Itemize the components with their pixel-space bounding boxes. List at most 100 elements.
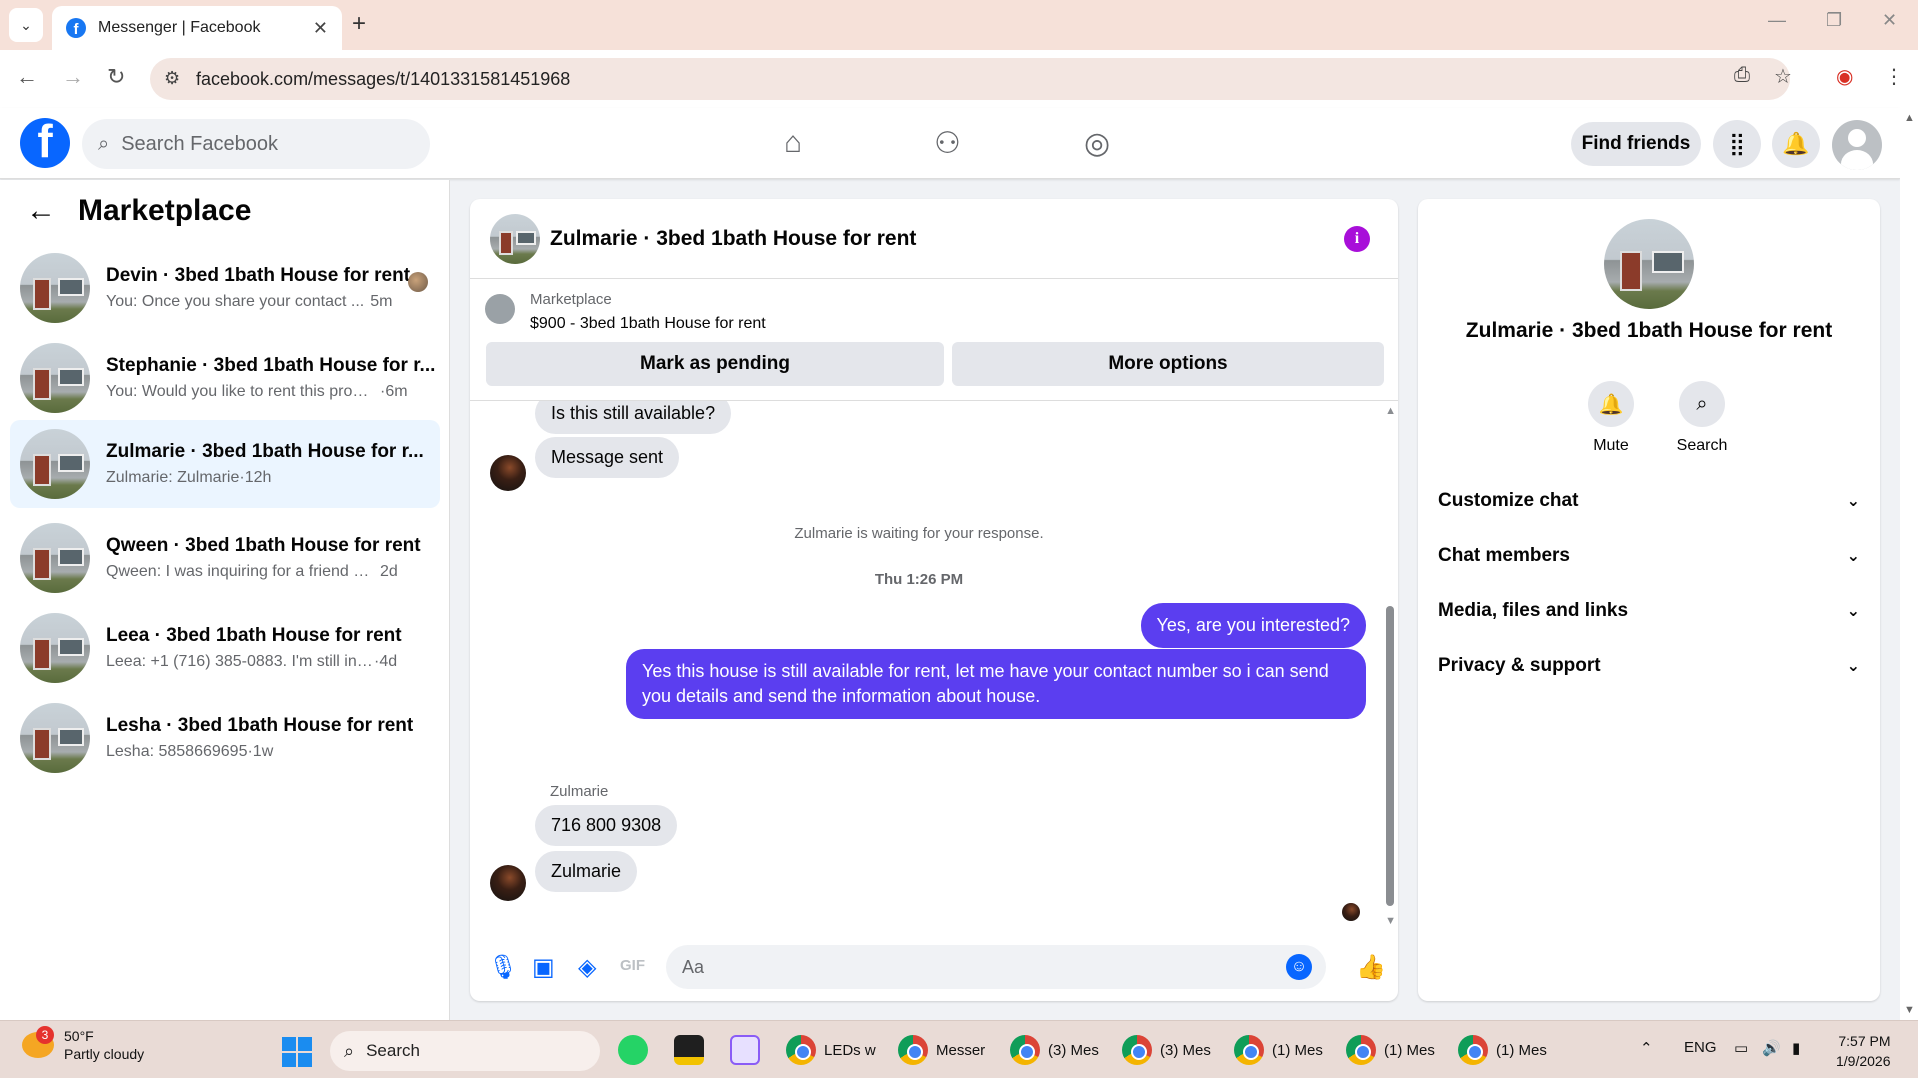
- facebook-header: f ⌕ Search Facebook ⌂ ⚇ ◎ Find friends ⣿…: [0, 108, 1900, 179]
- sender-avatar[interactable]: [490, 865, 526, 901]
- volume-icon[interactable]: 🔊: [1762, 1039, 1781, 1057]
- details-avatar[interactable]: [1604, 219, 1694, 309]
- taskbar-chrome-window[interactable]: (1) Mes: [1346, 1035, 1435, 1065]
- weather-condition: Partly cloudy: [64, 1046, 145, 1062]
- message-scrollbar[interactable]: ▲ ▼: [1384, 401, 1398, 931]
- home-icon[interactable]: ⌂: [784, 126, 802, 160]
- language-indicator[interactable]: ENG: [1684, 1039, 1717, 1056]
- whatsapp-icon[interactable]: [618, 1035, 648, 1065]
- scroll-down-icon[interactable]: ▼: [1385, 915, 1396, 927]
- media-files-links-section[interactable]: Media, files and links ⌄: [1438, 591, 1860, 631]
- partly-cloudy-icon: 3: [22, 1026, 54, 1058]
- message-input[interactable]: Aa ☺: [666, 945, 1326, 989]
- taskbar-chrome-window[interactable]: (1) Mes: [1458, 1035, 1547, 1065]
- windows-start-icon[interactable]: [282, 1037, 312, 1067]
- find-friends-button[interactable]: Find friends: [1571, 122, 1701, 166]
- forward-icon[interactable]: →: [62, 64, 84, 90]
- chat-listing-avatar[interactable]: [490, 213, 540, 264]
- taskbar-search[interactable]: ⌕ Search: [330, 1031, 600, 1071]
- conversation-preview: Lesha: 5858669695: [106, 743, 248, 760]
- browser-menu-icon[interactable]: ⋮: [1884, 64, 1904, 89]
- customize-chat-section[interactable]: Customize chat ⌄: [1438, 481, 1860, 521]
- sidebar-title: Marketplace: [78, 194, 252, 227]
- mute-button[interactable]: 🔔 Mute: [1571, 381, 1651, 455]
- url-bar[interactable]: ⚙ facebook.com/messages/t/14013315814519…: [150, 58, 1790, 100]
- account-avatar[interactable]: [1832, 120, 1882, 170]
- conversation-item-active[interactable]: Zulmarie · 3bed 1bath House for r... Zul…: [10, 420, 440, 508]
- chrome-icon: [1010, 1035, 1040, 1065]
- close-tab-icon[interactable]: ✕: [313, 18, 328, 39]
- system-clock[interactable]: 7:57 PM 1/9/2026: [1836, 1031, 1891, 1071]
- search-conversation-button[interactable]: ⌕ Search: [1662, 381, 1742, 455]
- conversation-item[interactable]: Leea · 3bed 1bath House for rent Leea: +…: [10, 604, 440, 692]
- scroll-up-icon[interactable]: ▲: [1385, 405, 1396, 417]
- tray-overflow-icon[interactable]: ⌃: [1640, 1039, 1653, 1057]
- taskbar-chrome-window[interactable]: LEDs w: [786, 1035, 876, 1065]
- gif-icon[interactable]: GIF: [620, 957, 645, 974]
- profile-icon[interactable]: ◉: [1836, 64, 1853, 89]
- close-window-icon[interactable]: ✕: [1882, 10, 1897, 31]
- conversation-name: Zulmarie · 3bed 1bath House for r...: [106, 441, 424, 462]
- bookmark-star-icon[interactable]: ☆: [1774, 64, 1792, 89]
- conversation-item[interactable]: Lesha · 3bed 1bath House for rent Lesha:…: [10, 694, 440, 782]
- site-info-icon[interactable]: ⚙: [164, 68, 180, 89]
- browser-tab-messenger[interactable]: f Messenger | Facebook ✕: [52, 6, 342, 50]
- scroll-thumb[interactable]: [1386, 606, 1394, 906]
- listing-small-thumbnail[interactable]: [485, 294, 515, 324]
- taskbar-chrome-window[interactable]: (3) Mes: [1010, 1035, 1099, 1065]
- sticker-icon[interactable]: ◈: [578, 953, 596, 982]
- message-thread: Is this still available? Message sent Zu…: [470, 401, 1398, 931]
- network-icon[interactable]: ▭: [1734, 1039, 1748, 1057]
- conversation-time: ·4d: [374, 653, 398, 670]
- microphone-icon[interactable]: 🎙: [488, 953, 518, 982]
- install-app-icon[interactable]: ⎙: [1734, 64, 1750, 87]
- page-scroll-up-icon[interactable]: ▲: [1904, 112, 1915, 124]
- read-receipt-avatar: [408, 272, 428, 292]
- page-scrollbar[interactable]: ▲ ▼: [1900, 108, 1918, 1020]
- facebook-search-input[interactable]: ⌕ Search Facebook: [82, 119, 430, 169]
- conversation-name: Stephanie · 3bed 1bath House for r...: [106, 355, 436, 376]
- restore-icon[interactable]: ❐: [1826, 10, 1842, 31]
- groups-icon[interactable]: ◎: [1084, 126, 1110, 161]
- conversation-item[interactable]: Qween · 3bed 1bath House for rent Qween:…: [10, 514, 440, 602]
- taskbar-chrome-window[interactable]: Messer: [898, 1035, 985, 1065]
- sidebar-header: ← Marketplace: [26, 194, 251, 228]
- new-tab-button[interactable]: +: [352, 10, 366, 38]
- back-arrow-icon[interactable]: ←: [26, 194, 56, 228]
- snipping-tool-icon[interactable]: [730, 1035, 760, 1065]
- minimize-icon[interactable]: —: [1768, 10, 1786, 31]
- mute-label: Mute: [1593, 437, 1629, 454]
- conversation-item[interactable]: Devin · 3bed 1bath House for rent You: O…: [10, 244, 440, 332]
- taskbar-app-label: Messer: [936, 1041, 986, 1059]
- page-scroll-down-icon[interactable]: ▼: [1904, 1004, 1915, 1016]
- back-icon[interactable]: ←: [16, 64, 38, 90]
- taskbar-chrome-window[interactable]: (1) Mes: [1234, 1035, 1323, 1065]
- more-options-button[interactable]: More options: [952, 342, 1384, 386]
- photo-icon[interactable]: ▣: [532, 953, 555, 982]
- mark-as-pending-button[interactable]: Mark as pending: [486, 342, 944, 386]
- conversation-info-icon[interactable]: i: [1344, 226, 1370, 252]
- clock-time: 7:57 PM: [1838, 1033, 1891, 1049]
- sender-avatar[interactable]: [490, 455, 526, 491]
- thumbs-up-icon[interactable]: 👍: [1356, 953, 1386, 982]
- sticky-notes-icon[interactable]: [674, 1035, 704, 1065]
- privacy-support-section[interactable]: Privacy & support ⌄: [1438, 646, 1860, 686]
- chat-members-section[interactable]: Chat members ⌄: [1438, 536, 1860, 576]
- emoji-icon[interactable]: ☺: [1286, 954, 1312, 980]
- marketplace-sidebar: ← Marketplace Devin · 3bed 1bath House f…: [0, 180, 450, 1020]
- chat-title[interactable]: Zulmarie · 3bed 1bath House for rent: [550, 227, 916, 251]
- tab-search-menu[interactable]: ⌄: [9, 8, 43, 42]
- facebook-logo-icon[interactable]: f: [20, 118, 70, 168]
- listing-title[interactable]: $900 - 3bed 1bath House for rent: [530, 315, 766, 333]
- notifications-bell-icon[interactable]: 🔔: [1772, 120, 1820, 168]
- search-label: Search: [1676, 437, 1728, 454]
- friends-icon[interactable]: ⚇: [934, 126, 961, 161]
- search-icon: ⌕: [1679, 381, 1725, 427]
- conversation-time: ·12h: [239, 469, 272, 486]
- conversation-item[interactable]: Stephanie · 3bed 1bath House for r... Yo…: [10, 334, 440, 422]
- reload-icon[interactable]: ↻: [107, 64, 125, 90]
- battery-icon[interactable]: ▮: [1792, 1039, 1800, 1057]
- weather-widget[interactable]: 3 50°F Partly cloudy: [22, 1026, 145, 1063]
- menu-grid-icon[interactable]: ⣿: [1713, 120, 1761, 168]
- taskbar-chrome-window[interactable]: (3) Mes: [1122, 1035, 1211, 1065]
